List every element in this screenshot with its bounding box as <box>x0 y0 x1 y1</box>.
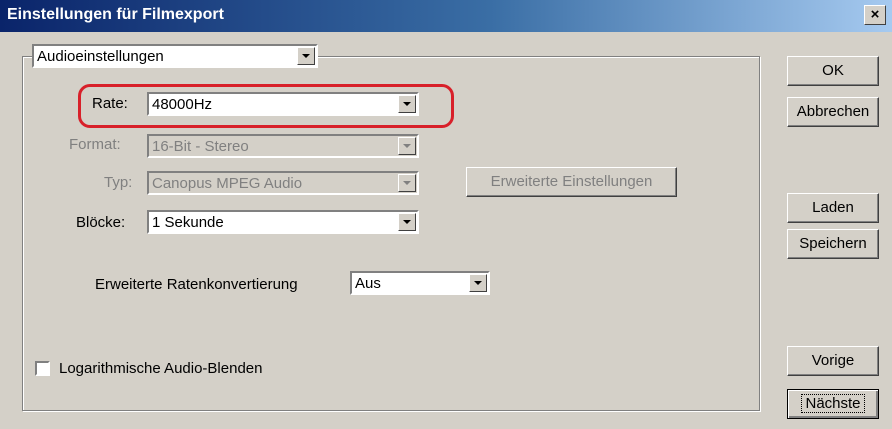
chevron-down-icon[interactable] <box>398 137 416 155</box>
bloecke-label: Blöcke: <box>76 214 126 231</box>
format-dropdown-value: 16-Bit - Stereo <box>152 138 249 155</box>
typ-dropdown-value: Canopus MPEG Audio <box>152 175 303 192</box>
format-dropdown[interactable]: 16-Bit - Stereo <box>147 134 419 158</box>
rate-highlight-annotation <box>78 84 454 128</box>
previous-button[interactable]: Vorige <box>787 346 879 376</box>
section-dropdown[interactable]: Audioeinstellungen <box>32 44 318 68</box>
close-icon[interactable]: × <box>864 5 886 25</box>
typ-label: Typ: <box>104 174 133 191</box>
chevron-down-icon[interactable] <box>398 213 416 231</box>
export-settings-dialog: Einstellungen für Filmexport × Audioeins… <box>0 0 892 429</box>
window-title: Einstellungen für Filmexport <box>7 6 224 23</box>
chevron-down-icon[interactable] <box>398 174 416 192</box>
format-label: Format: <box>69 136 121 153</box>
typ-dropdown[interactable]: Canopus MPEG Audio <box>147 171 419 195</box>
log-audio-fades-checkbox[interactable] <box>35 361 50 376</box>
chevron-down-icon[interactable] <box>469 274 487 292</box>
rate-conversion-dropdown[interactable]: Aus <box>350 271 490 295</box>
log-audio-fades-label: Logarithmische Audio-Blenden <box>59 360 263 377</box>
rate-conversion-label: Erweiterte Ratenkonvertierung <box>95 276 298 293</box>
bloecke-dropdown-value: 1 Sekunde <box>152 214 224 231</box>
chevron-down-icon[interactable] <box>297 47 315 65</box>
next-button-label: Nächste <box>801 394 865 413</box>
bloecke-dropdown[interactable]: 1 Sekunde <box>147 210 419 234</box>
title-bar[interactable]: Einstellungen für Filmexport × <box>0 0 892 32</box>
cancel-button[interactable]: Abbrechen <box>787 97 879 127</box>
next-button[interactable]: Nächste <box>787 389 879 419</box>
load-button[interactable]: Laden <box>787 193 879 223</box>
section-dropdown-value: Audioeinstellungen <box>37 48 164 65</box>
advanced-settings-button[interactable]: Erweiterte Einstellungen <box>466 167 677 197</box>
rate-conversion-value: Aus <box>355 275 381 292</box>
ok-button[interactable]: OK <box>787 56 879 86</box>
save-button[interactable]: Speichern <box>787 229 879 259</box>
